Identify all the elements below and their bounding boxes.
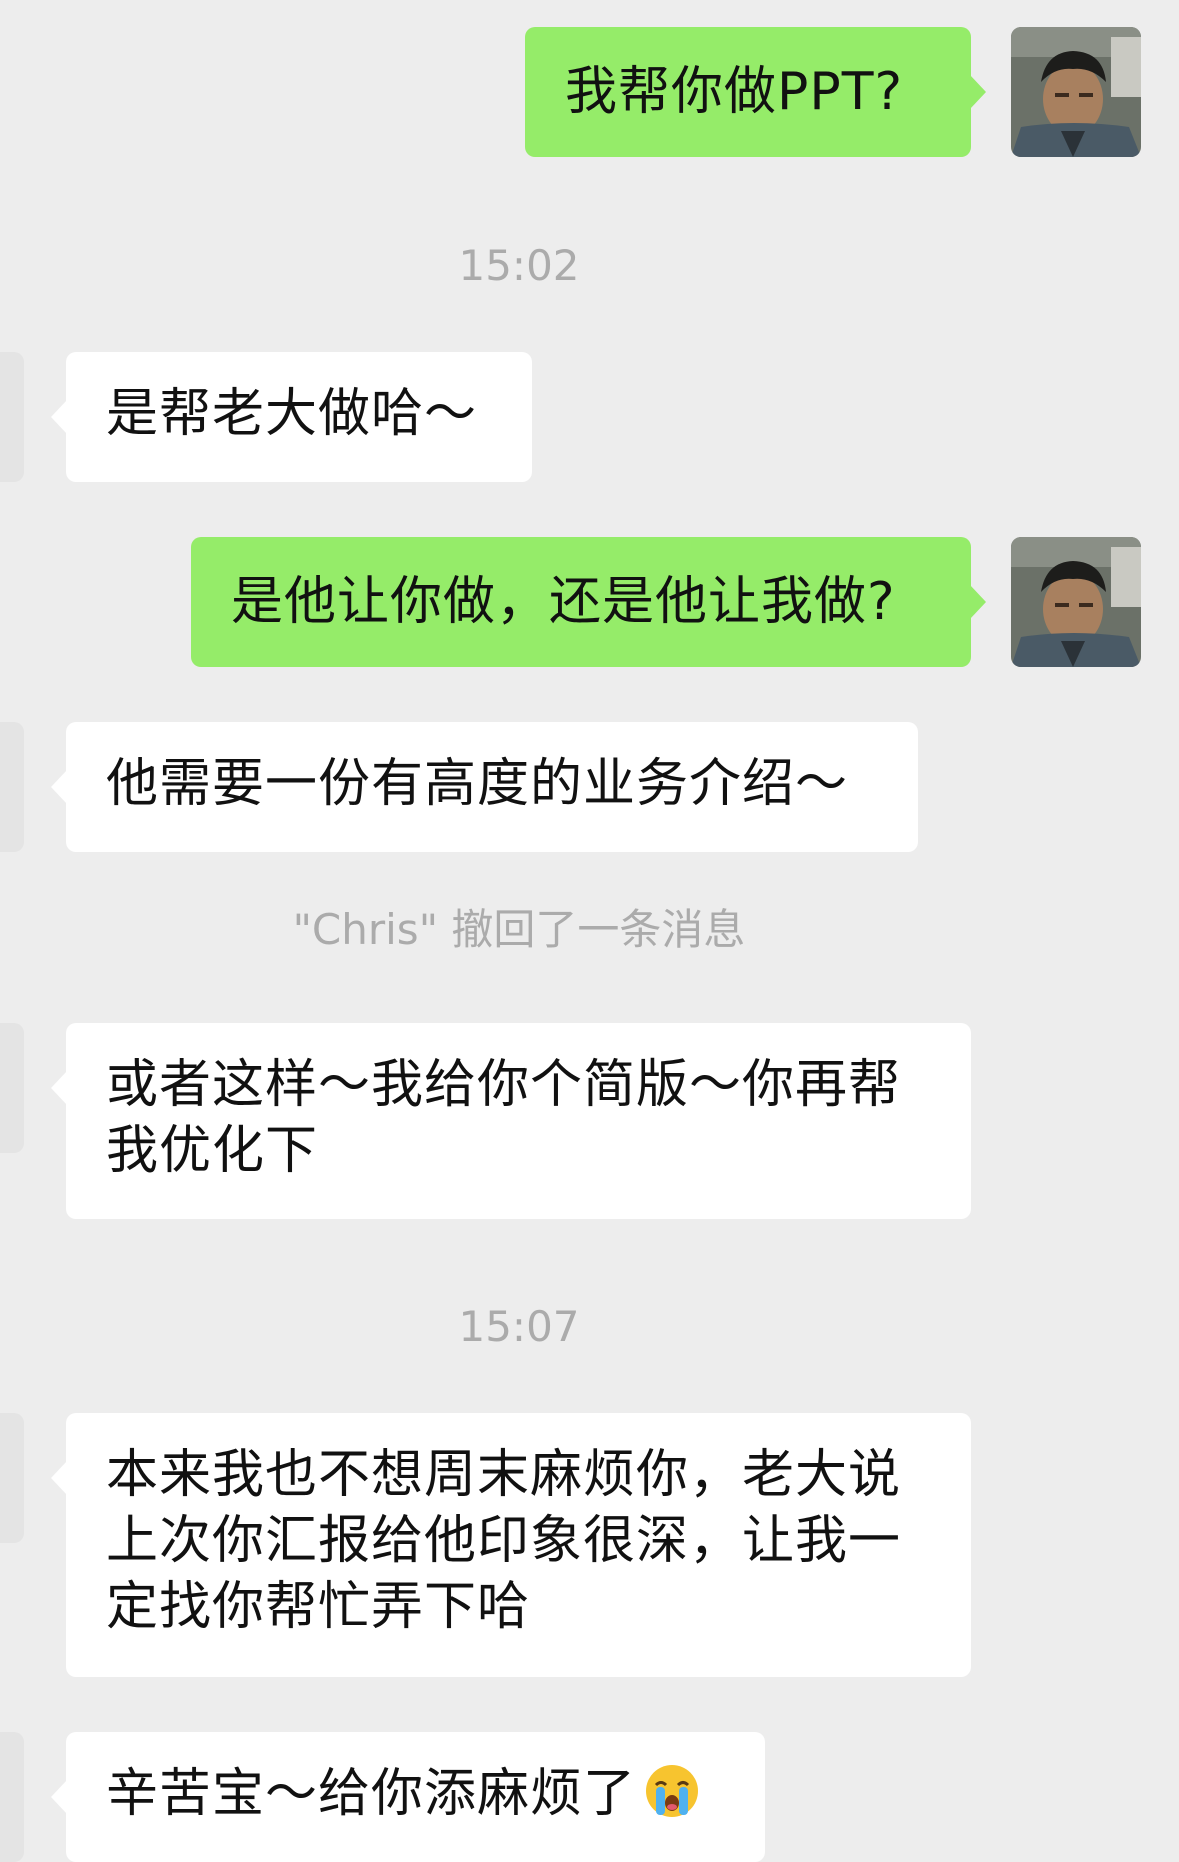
message-text: 我帮你做PPT?: [565, 62, 904, 122]
avatar-photo: [1011, 537, 1141, 667]
peer-avatar[interactable]: [0, 1413, 24, 1543]
message-text-content: 辛苦宝～给你添麻烦了: [106, 1764, 637, 1824]
recall-notice: "Chris" 撤回了一条消息: [292, 905, 746, 954]
timestamp: 15:07: [458, 1302, 580, 1351]
incoming-message-bubble[interactable]: 辛苦宝～给你添麻烦了: [51, 1732, 765, 1862]
message-text: 本来我也不想周末麻烦你，老大说上次你汇报给他印象很深，让我一定找你帮忙弄下哈: [106, 1445, 902, 1637]
peer-avatar[interactable]: [0, 352, 24, 482]
incoming-message-bubble[interactable]: 是帮老大做哈～: [51, 352, 532, 482]
message-text: 辛苦宝～给你添麻烦了: [106, 1761, 725, 1827]
incoming-message-bubble[interactable]: 本来我也不想周末麻烦你，老大说上次你汇报给他印象很深，让我一定找你帮忙弄下哈: [51, 1413, 971, 1677]
peer-avatar[interactable]: [0, 722, 24, 852]
message-text: 或者这样～我给你个简版～你再帮我优化下: [106, 1055, 902, 1181]
outgoing-message-bubble[interactable]: 是他让你做，还是他让我做?: [191, 537, 986, 667]
outgoing-message-bubble[interactable]: 我帮你做PPT?: [525, 27, 986, 157]
message-text: 他需要一份有高度的业务介绍～: [106, 754, 849, 814]
loudly-crying-face-icon: [646, 1765, 699, 1817]
peer-avatar[interactable]: [0, 1023, 24, 1153]
message-text: 是他让你做，还是他让我做?: [231, 572, 896, 632]
incoming-message-bubble[interactable]: 或者这样～我给你个简版～你再帮我优化下: [51, 1023, 971, 1219]
message-text: 是帮老大做哈～: [106, 384, 478, 444]
self-avatar[interactable]: [1011, 537, 1141, 667]
peer-avatar[interactable]: [0, 1732, 24, 1862]
incoming-message-bubble[interactable]: 他需要一份有高度的业务介绍～: [51, 722, 918, 852]
self-avatar[interactable]: [1011, 27, 1141, 157]
timestamp: 15:02: [458, 241, 580, 290]
avatar-photo: [1011, 27, 1141, 157]
